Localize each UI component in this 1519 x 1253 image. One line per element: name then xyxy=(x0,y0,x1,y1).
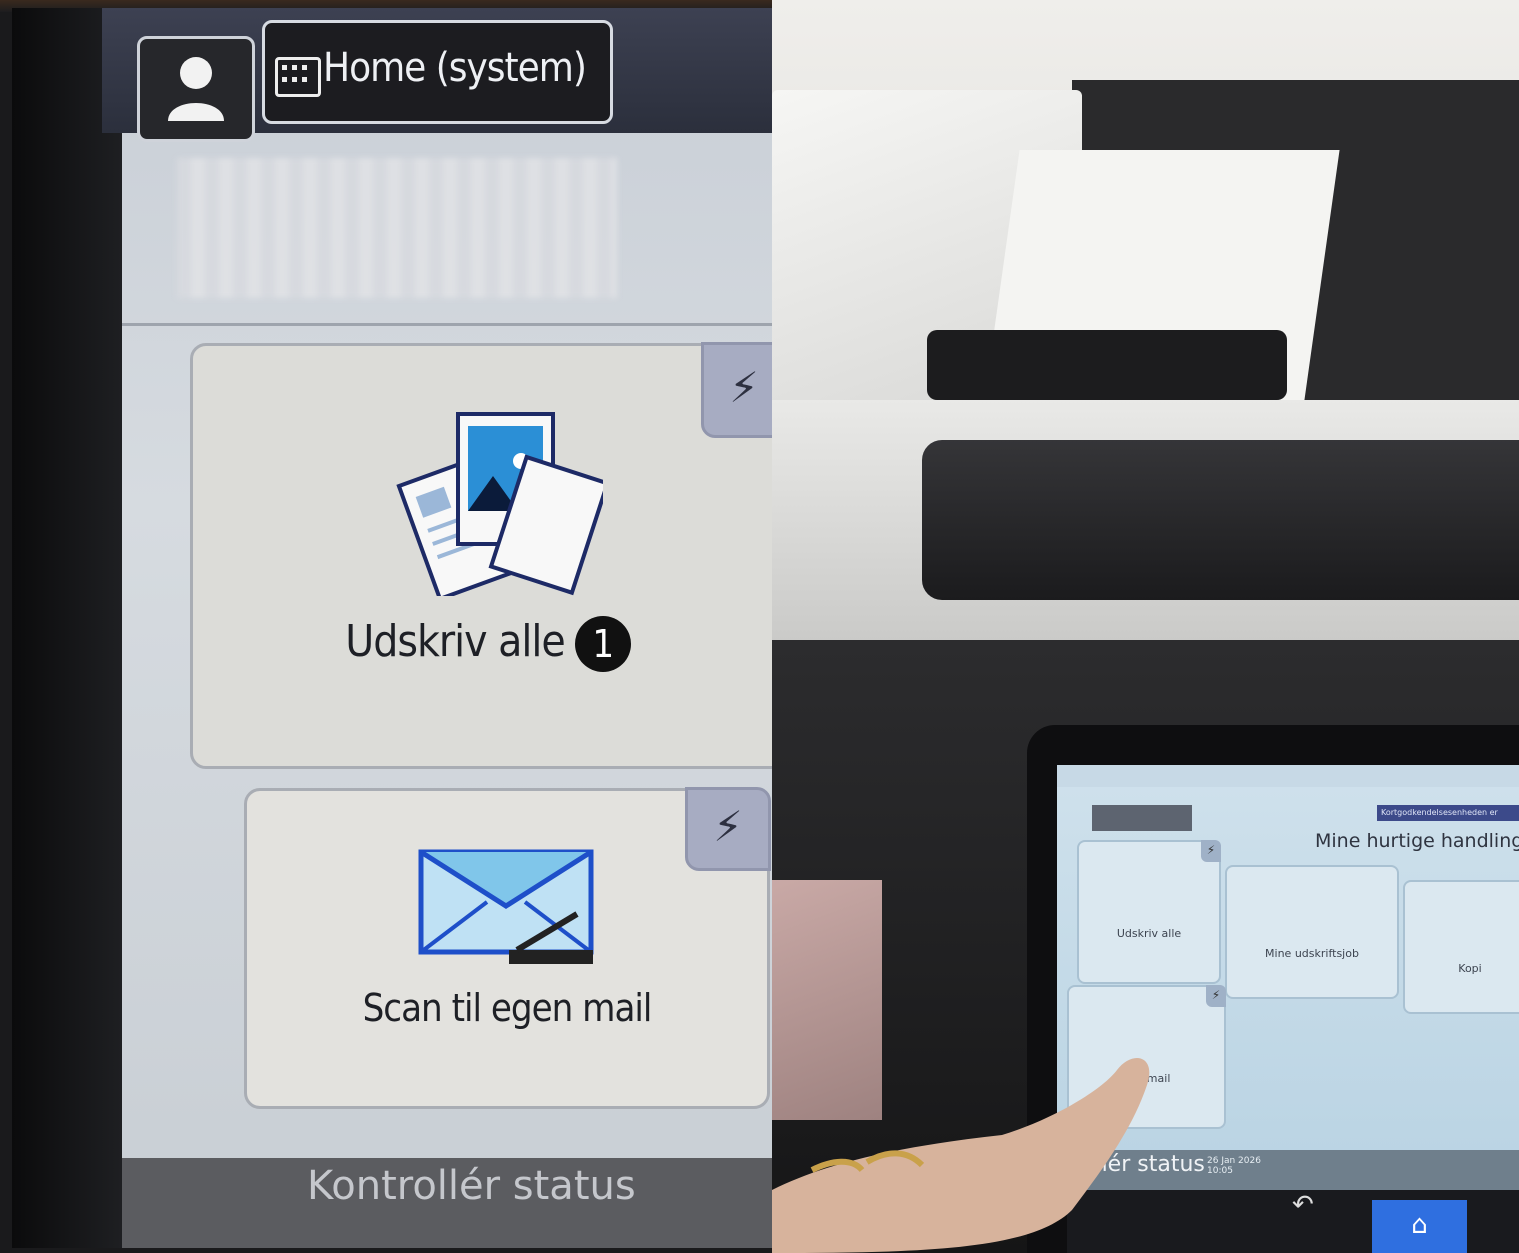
envelope-scanner-icon xyxy=(418,849,594,964)
user-button[interactable] xyxy=(137,36,255,142)
divider xyxy=(122,323,772,326)
udskriv-alle-label: Udskriv alle xyxy=(345,616,566,667)
touchscreen: Home (system) ⚡ Udskriv alle 1 ⚡ Scan ti… xyxy=(12,8,772,1248)
right-photo: Kortgodkendelsesenheden er Mine hurtige … xyxy=(772,0,1519,1253)
paper-guide xyxy=(927,330,1287,400)
mini-tile-label: Kopi xyxy=(1458,962,1482,975)
home-system-button[interactable]: Home (system) xyxy=(262,20,613,124)
mini-tile-label: Mine udskriftsjob xyxy=(1265,947,1359,960)
lightning-icon: ⚡ xyxy=(1201,840,1221,862)
lightning-icon[interactable]: ⚡ xyxy=(685,787,771,871)
lightning-icon[interactable]: ⚡ xyxy=(701,342,772,438)
home-label: Home (system) xyxy=(323,45,587,91)
left-photo: Home (system) ⚡ Udskriv alle 1 ⚡ Scan ti… xyxy=(0,0,772,1253)
screen-shadow xyxy=(12,8,122,1248)
user-icon xyxy=(168,57,224,121)
apps-grid-icon xyxy=(275,57,321,97)
tile-scan-til-egen-mail[interactable]: ⚡ Scan til egen mail xyxy=(244,787,771,1109)
blurred-logo xyxy=(177,158,617,298)
section-title: Mine hurtige handlinger xyxy=(1315,830,1519,852)
home-icon[interactable]: ⌂ xyxy=(1372,1200,1467,1253)
tile-label: Udskriv alle 1 xyxy=(193,616,772,672)
lightning-icon: ⚡ xyxy=(1206,985,1226,1007)
date-time: 26 Jan 2026 10:05 xyxy=(1207,1156,1261,1176)
panel-top-bar xyxy=(1057,765,1519,787)
mini-tile-udskriv-alle[interactable]: ⚡ Udskriv alle xyxy=(1077,840,1221,984)
company-logo xyxy=(1092,805,1192,831)
mini-tile-label: Udskriv alle xyxy=(1116,927,1182,940)
print-documents-icon xyxy=(396,412,603,596)
job-count-badge: 1 xyxy=(574,616,631,672)
hand-pointing xyxy=(772,1058,1150,1253)
back-icon[interactable]: ↶ xyxy=(1292,1190,1314,1220)
mini-tile-mine-udskriftsjob[interactable]: Mine udskriftsjob xyxy=(1225,865,1399,999)
output-tray xyxy=(922,440,1519,600)
card-auth-banner: Kortgodkendelsesenheden er xyxy=(1377,805,1519,821)
status-bar[interactable]: Kontrollér status xyxy=(122,1158,772,1248)
mini-tile-kopi[interactable]: Kopi xyxy=(1403,880,1519,1014)
tile-udskriv-alle[interactable]: ⚡ Udskriv alle 1 xyxy=(190,342,772,769)
scan-til-egen-mail-label: Scan til egen mail xyxy=(362,986,653,1030)
check-status-label: Kontrollér status xyxy=(307,1163,636,1209)
